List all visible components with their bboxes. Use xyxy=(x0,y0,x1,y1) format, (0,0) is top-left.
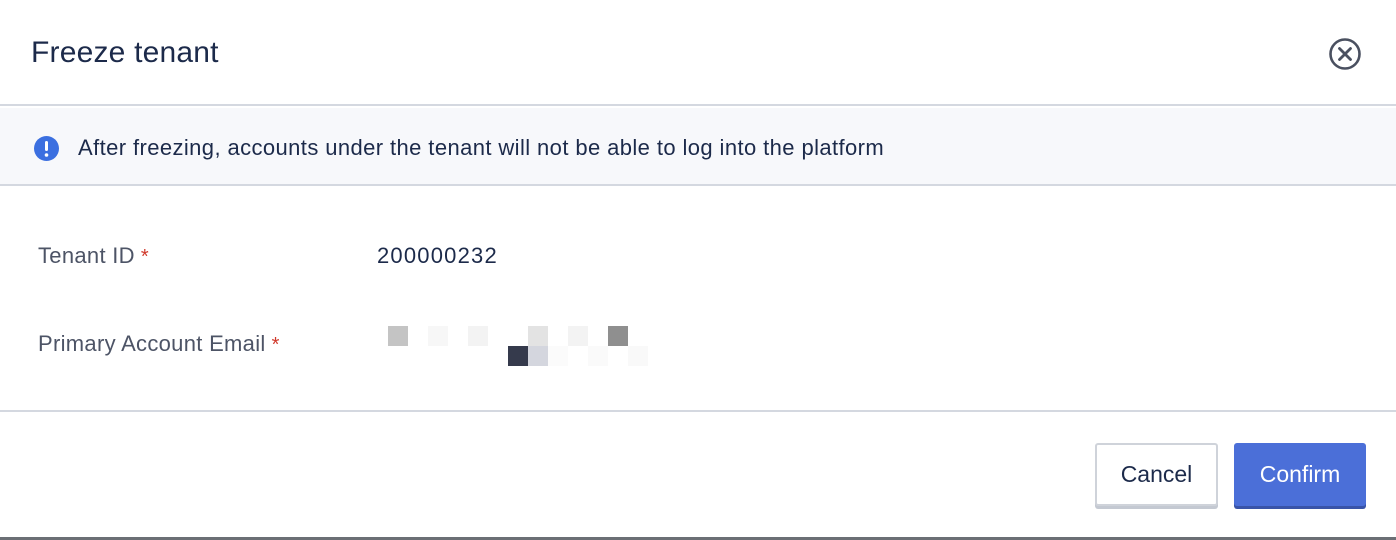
tenant-id-label-text: Tenant ID xyxy=(38,243,135,268)
dialog-title: Freeze tenant xyxy=(31,36,219,69)
info-exclamation-icon xyxy=(34,136,59,161)
dialog-header: Freeze tenant xyxy=(0,0,1396,106)
cancel-button[interactable]: Cancel xyxy=(1095,443,1218,506)
email-label: Primary Account Email * xyxy=(38,331,280,357)
tenant-id-label: Tenant ID * xyxy=(38,243,149,269)
email-label-text: Primary Account Email xyxy=(38,331,266,356)
close-icon[interactable] xyxy=(1328,37,1362,71)
freeze-tenant-dialog: Freeze tenant After freezing, accounts u… xyxy=(0,0,1396,540)
required-mark: * xyxy=(140,246,149,268)
notice-text: After freezing, accounts under the tenan… xyxy=(78,135,885,160)
required-mark: * xyxy=(271,334,280,356)
warning-notice: After freezing, accounts under the tenan… xyxy=(0,108,1396,186)
confirm-button[interactable]: Confirm xyxy=(1234,443,1366,506)
footer-divider xyxy=(0,410,1396,412)
tenant-id-value: 200000232 xyxy=(377,243,498,268)
